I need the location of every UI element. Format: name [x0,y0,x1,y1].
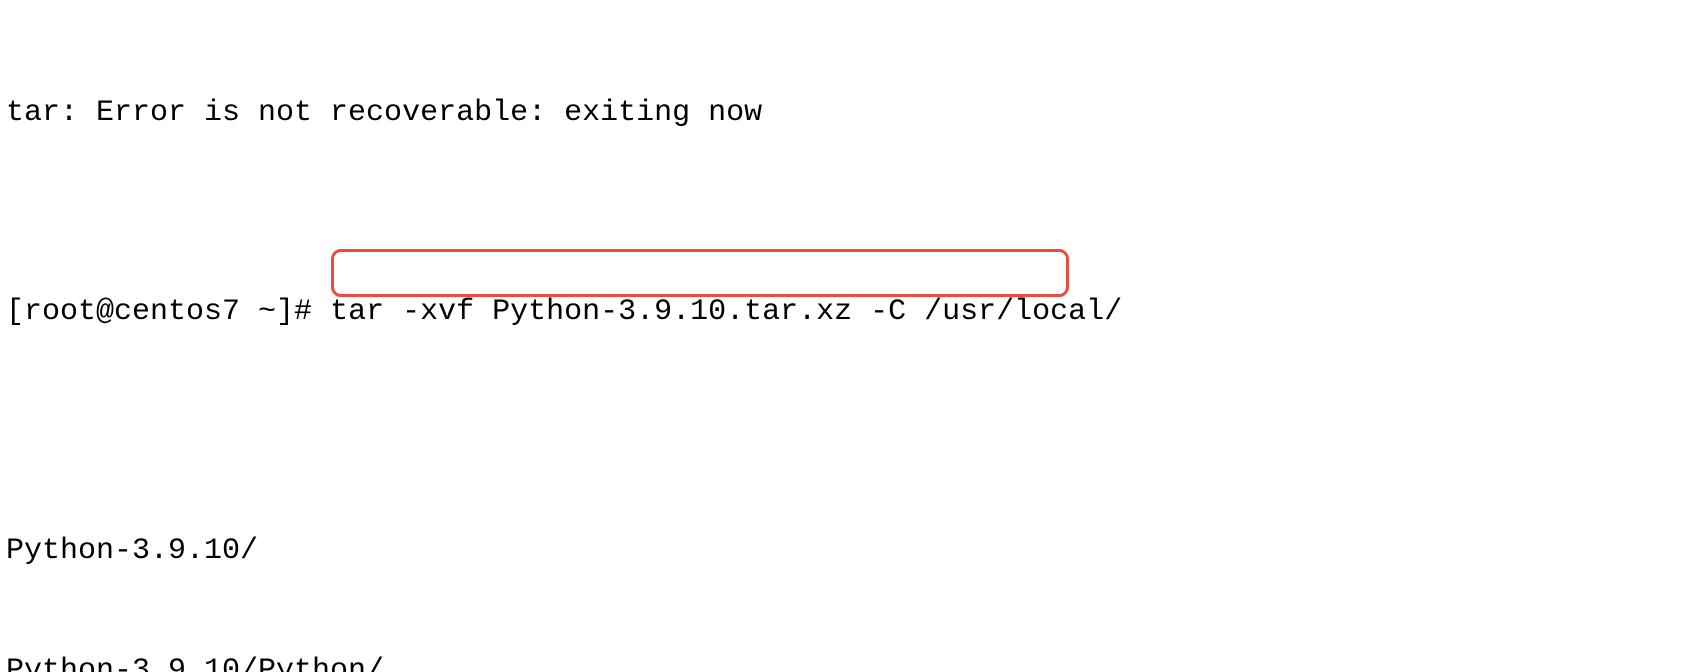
typed-command[interactable]: tar -xvf Python-3.9.10.tar.xz -C /usr/lo… [330,295,1122,329]
command-highlight-annotation [331,249,1069,297]
terminal-command-line[interactable]: [root@centos7 ~]# tar -xvf Python-3.9.10… [6,253,1690,413]
terminal-output-line: Python-3.9.10/ [6,532,1690,572]
terminal-output-line: tar: Error is not recoverable: exiting n… [6,94,1690,134]
terminal-output-line: Python-3.9.10/Python/ [6,652,1690,672]
shell-prompt: [root@centos7 ~]# [6,295,330,329]
terminal-window[interactable]: tar: Error is not recoverable: exiting n… [0,0,1696,672]
